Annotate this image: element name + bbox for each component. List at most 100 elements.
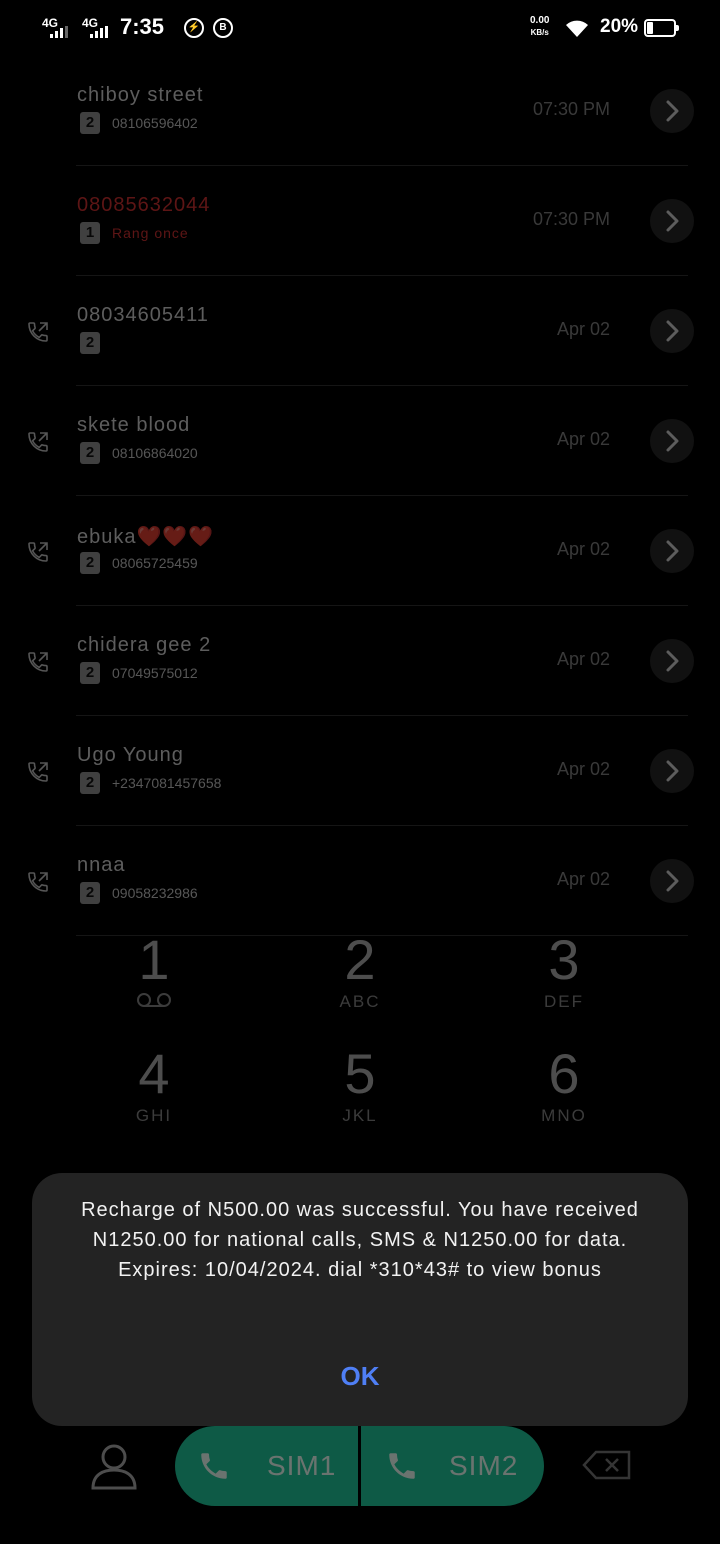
ok-button[interactable]: OK (32, 1361, 688, 1392)
dialpad-key-3[interactable]: 3 DEF (484, 930, 644, 1012)
call-time: Apr 02 (556, 319, 610, 339)
phone-icon (389, 1453, 415, 1479)
caller-detail: 08065725459 (112, 555, 198, 571)
phone-icon (201, 1453, 227, 1479)
sim-badge: 2 (80, 882, 100, 904)
sim-badge: 2 (80, 112, 100, 134)
chevron-right-icon (666, 210, 679, 232)
chevron-right-icon (666, 320, 679, 342)
backspace-icon[interactable] (582, 1450, 632, 1480)
sim-badge: 2 (80, 772, 100, 794)
dialpad-key-4[interactable]: 4 GHI (74, 1044, 234, 1126)
call-log-list: chiboy street 2 08106596402 07:30 PM 0808563… (0, 56, 720, 936)
chevron-right-icon (666, 650, 679, 672)
call-log-row[interactable]: chiboy street 2 08106596402 07:30 PM (0, 56, 720, 166)
key-digit: 6 (548, 1042, 580, 1105)
call-log-row[interactable]: nnaa 2 09058232986 Apr 02 (0, 826, 720, 936)
call-details-button[interactable] (650, 89, 694, 133)
speed-unit: KB/s (530, 28, 549, 37)
chevron-right-icon (666, 760, 679, 782)
call-log-row[interactable]: 08085632044 1 Rang once 07:30 PM (0, 166, 720, 276)
call-details-button[interactable] (650, 419, 694, 463)
call-time: Apr 02 (556, 869, 610, 889)
dialpad-key-1[interactable]: 1 (74, 930, 234, 1012)
outgoing-call-icon (28, 432, 48, 452)
caller-detail: +2347081457658 (112, 775, 222, 791)
caller-detail: 09058232986 (112, 885, 198, 901)
caller-detail: 08106864020 (112, 445, 198, 461)
caller-name: 08034605411 (77, 304, 209, 326)
caller-name: nnaa (77, 854, 126, 876)
call-details-button[interactable] (650, 749, 694, 793)
call-time: Apr 02 (556, 429, 610, 449)
call-sim1-button[interactable]: SIM1 (175, 1426, 358, 1506)
key-letters: JKL (342, 1106, 378, 1125)
caller-detail: 07049575012 (112, 665, 198, 681)
caller-name: chidera gee 2 (77, 634, 212, 656)
signal-icon (90, 26, 108, 38)
call-sim2-button[interactable]: SIM2 (361, 1426, 544, 1506)
call-log-row[interactable]: 08034605411 2 Apr 02 (0, 276, 720, 386)
call-log-row[interactable]: skete blood 2 08106864020 Apr 02 (0, 386, 720, 496)
dialer-bottom-bar: SIM1 SIM2 (0, 1420, 720, 1510)
dialpad-key-2[interactable]: 2 ABC (280, 930, 440, 1012)
call-details-button[interactable] (650, 639, 694, 683)
caller-detail: 08106596402 (112, 115, 198, 131)
contacts-icon[interactable] (88, 1440, 140, 1492)
sim-badge: 2 (80, 662, 100, 684)
outgoing-call-icon (28, 322, 48, 342)
chevron-right-icon (666, 430, 679, 452)
status-bar: 4G 4G 7:35 ⚡ B 0.00 KB/s 20% (0, 0, 720, 58)
outgoing-call-icon (28, 542, 48, 562)
outgoing-call-icon (28, 872, 48, 892)
outgoing-call-icon (28, 652, 48, 672)
call-details-button[interactable] (650, 859, 694, 903)
key-digit: 4 (138, 1042, 170, 1105)
sim1-label: SIM1 (267, 1450, 337, 1481)
chevron-right-icon (666, 870, 679, 892)
call-time: Apr 02 (556, 649, 610, 669)
call-time: 07:30 PM (532, 209, 610, 229)
battery-percent: 20% (600, 16, 639, 37)
dialpad-key-6[interactable]: 6 MNO (484, 1044, 644, 1126)
call-log-row[interactable]: Ugo Young 2 +2347081457658 Apr 02 (0, 716, 720, 826)
call-log-row[interactable]: chidera gee 2 2 07049575012 Apr 02 (0, 606, 720, 716)
clock: 7:35 (120, 14, 165, 39)
key-digit: 5 (344, 1042, 376, 1105)
call-details-button[interactable] (650, 529, 694, 573)
signal-icon (50, 26, 68, 38)
chevron-right-icon (666, 100, 679, 122)
caller-name: 08085632044 (77, 194, 211, 216)
call-log-row[interactable]: ebuka❤️❤️❤️ 2 08065725459 Apr 02 (0, 496, 720, 606)
speed-value: 0.00 (530, 15, 550, 26)
caller-name: Ugo Young (77, 744, 184, 766)
key-digit: 1 (138, 928, 170, 991)
voicemail-icon (74, 992, 234, 1012)
sim-badge: 2 (80, 442, 100, 464)
b-app-icon: B (213, 18, 233, 38)
sim-badge: 2 (80, 332, 100, 354)
caller-name: ebuka❤️❤️❤️ (77, 526, 215, 548)
dialpad-key-5[interactable]: 5 JKL (280, 1044, 440, 1126)
key-letters: MNO (541, 1106, 587, 1125)
sim-badge: 1 (80, 222, 100, 244)
battery-icon (644, 19, 679, 37)
dialog-message: Recharge of N500.00 was successful. You … (81, 1199, 639, 1281)
key-digit: 3 (548, 928, 580, 991)
key-letters: ABC (339, 992, 381, 1011)
sim2-label: SIM2 (449, 1450, 519, 1481)
call-details-button[interactable] (650, 199, 694, 243)
outgoing-call-icon (28, 762, 48, 782)
recharge-dialog: Recharge of N500.00 was successful. You … (32, 1173, 688, 1426)
messenger-icon: ⚡ (184, 18, 204, 38)
call-details-button[interactable] (650, 309, 694, 353)
network-speed: 0.00 KB/s (530, 15, 549, 39)
chevron-right-icon (666, 540, 679, 562)
caller-detail: Rang once (112, 225, 189, 241)
caller-name: skete blood (77, 414, 191, 436)
call-time: Apr 02 (556, 759, 610, 779)
call-time: Apr 02 (556, 539, 610, 559)
caller-name: chiboy street (77, 84, 204, 106)
key-letters: GHI (135, 1106, 173, 1125)
key-digit: 2 (344, 928, 376, 991)
